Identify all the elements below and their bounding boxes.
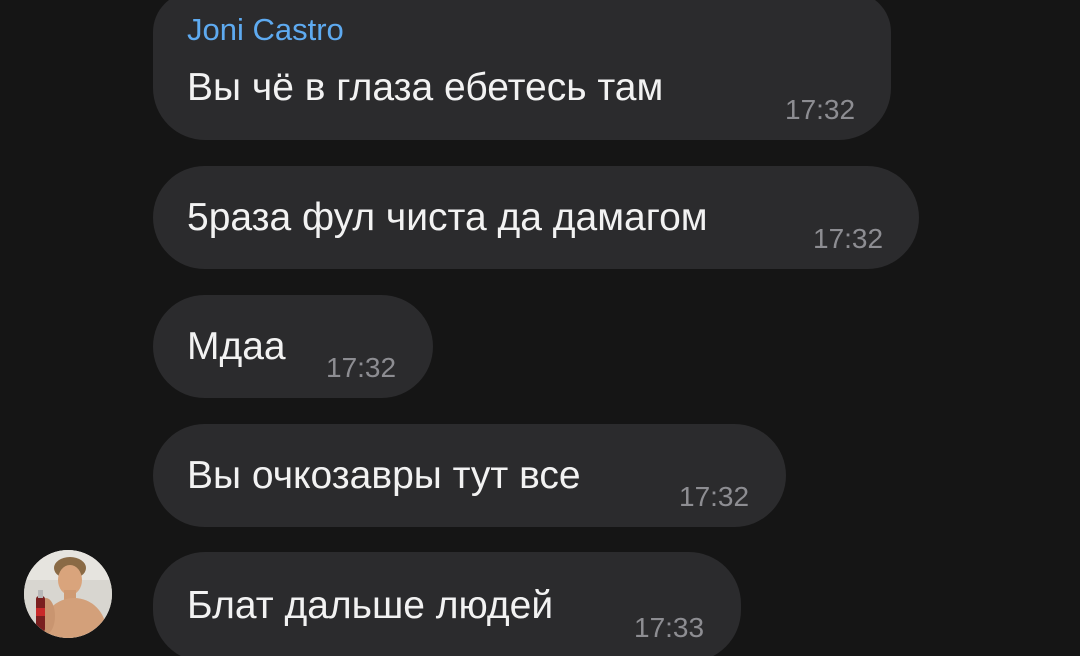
message-text: 5раза фул чиста да дамагом <box>187 196 708 239</box>
message-bubble[interactable]: Блат дальше людей 17:33 <box>153 552 741 656</box>
message-text: Мдаа <box>187 325 286 368</box>
message-text: Блат дальше людей <box>187 584 554 627</box>
message-bubble[interactable]: Вы очкозавры тут все 17:32 <box>153 424 786 527</box>
sender-name[interactable]: Joni Castro <box>187 12 344 48</box>
message-time: 17:32 <box>326 352 397 383</box>
message-text: Вы чё в глаза ебетесь там <box>187 66 664 109</box>
message-bubble[interactable]: Мдаа 17:32 <box>153 295 433 398</box>
message-time: 17:32 <box>785 94 856 125</box>
message-time: 17:32 <box>679 481 750 512</box>
message-bubble[interactable]: 5раза фул чиста да дамагом 17:32 <box>153 166 919 269</box>
avatar-photo <box>24 550 112 638</box>
chat-view: Joni Castro Вы чё в глаза ебетесь там 17… <box>0 0 1080 656</box>
message-text: Вы очкозавры тут все <box>187 454 581 497</box>
message-time: 17:32 <box>813 223 884 254</box>
message-time: 17:33 <box>634 612 705 643</box>
message-bubble[interactable]: Joni Castro Вы чё в глаза ебетесь там 17… <box>153 0 891 140</box>
sender-avatar[interactable] <box>24 550 112 638</box>
